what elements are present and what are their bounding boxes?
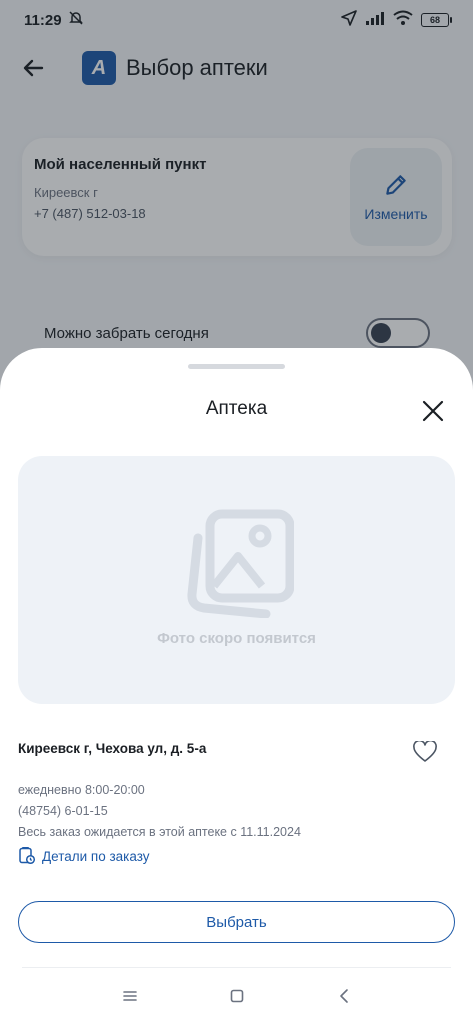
order-details-icon (19, 847, 36, 865)
nav-home-button[interactable] (225, 984, 249, 1008)
nav-back-button[interactable] (333, 984, 357, 1008)
close-icon (422, 400, 444, 422)
chevron-left-icon (340, 989, 348, 1003)
nav-menu-button[interactable] (118, 984, 142, 1008)
choose-pharmacy-button[interactable]: Выбрать (18, 901, 455, 943)
menu-icon (123, 991, 137, 1001)
divider (22, 967, 451, 968)
close-button[interactable] (418, 396, 448, 426)
image-placeholder-icon (187, 509, 294, 618)
home-square-icon (230, 989, 244, 1003)
order-details-link[interactable]: Детали по заказу (18, 847, 150, 865)
photo-placeholder-text: Фото скоро появится (157, 630, 316, 647)
pharmacy-phone[interactable]: (48754) 6-01-15 (18, 804, 108, 818)
favorite-button[interactable] (411, 738, 439, 766)
order-details-label: Детали по заказу (42, 848, 150, 864)
system-nav-bar (0, 972, 473, 1020)
pharmacy-address: Киреевск г, Чехова ул, д. 5-а (18, 741, 207, 756)
pharmacy-hours: ежедневно 8:00-20:00 (18, 783, 145, 797)
heart-icon (413, 741, 437, 762)
choose-pharmacy-label: Выбрать (206, 913, 267, 931)
order-availability-note: Весь заказ ожидается в этой аптеке с 11.… (18, 825, 301, 839)
sheet-title: Аптека (205, 398, 268, 419)
pharmacy-photo-placeholder: Фото скоро появится (18, 456, 455, 704)
pharmacy-bottom-sheet: Аптека Фото скоро появится Киреевск г, Ч… (0, 348, 473, 1024)
sheet-drag-handle[interactable] (188, 364, 285, 369)
